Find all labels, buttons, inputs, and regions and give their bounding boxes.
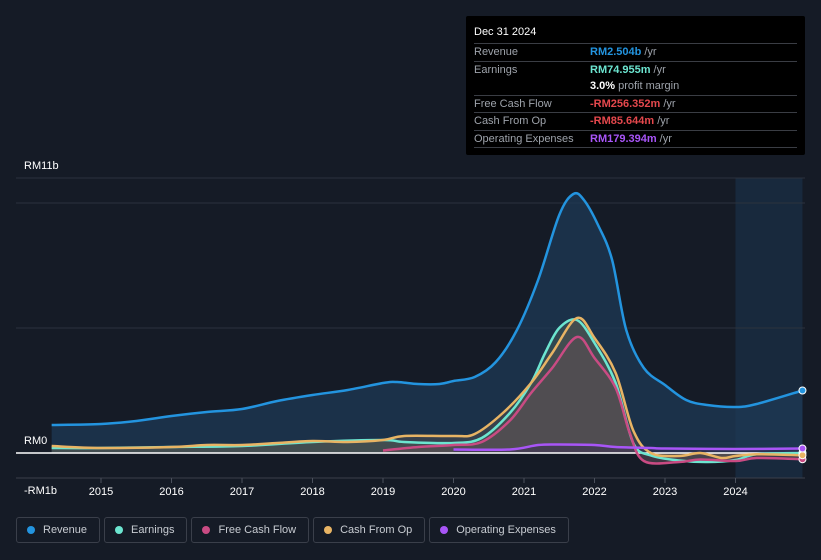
end-marker-cash-from-op [798,451,807,460]
x-axis: 2015 2016 2017 2018 2019 2020 2021 2022 2023 2024 [89,478,748,498]
tooltip-row-label: Free Cash Flow [474,97,552,110]
tooltip-row-label: Operating Expenses [474,132,574,145]
x-tick-label: 2018 [300,486,324,498]
legend-dot-icon [440,526,449,534]
tooltip-row: Operating Expenses RM179.394m/yr [474,131,797,148]
legend-label: Revenue [43,524,88,536]
y-tick-label: -RM1b [24,485,57,497]
x-tick-label: 2015 [89,486,113,498]
tooltip: Dec 31 2024 Revenue RM2.504b/yr Earnings RM… [466,16,805,155]
legend-label: Free Cash Flow [218,524,297,536]
legend-label: Cash From Op [340,524,413,536]
tooltip-date: Dec 31 2024 [474,24,797,44]
x-tick-label: 2023 [653,486,677,498]
tooltip-row-unit: /yr [653,63,666,76]
tooltip-row: Free Cash Flow -RM256.352m/yr [474,96,797,113]
legend-label: Earnings [131,524,175,536]
legend-item-earnings[interactable]: Earnings [104,517,188,543]
tooltip-row-label: Revenue [474,46,519,58]
tooltip-row-value: 3.0% [590,80,616,92]
tooltip-row-value: RM179.394m [590,132,657,145]
legend-dot-icon [27,526,35,534]
tooltip-row-value: RM2.504b [590,46,642,58]
tooltip-row-value: RM74.955m [590,63,651,76]
legend-item-operating-expenses[interactable]: Operating Expenses [429,517,569,543]
tooltip-row-unit: profit margin [618,80,680,92]
legend-dot-icon [202,526,211,534]
tooltip-row-value: -RM85.644m [590,115,655,127]
end-marker-revenue [798,386,807,395]
legend-item-free-cash-flow[interactable]: Free Cash Flow [191,517,310,543]
legend-label: Operating Expenses [456,524,556,536]
y-tick-label: RM0 [24,435,47,447]
legend-dot-icon [324,526,333,534]
tooltip-row-unit: /yr [644,46,657,58]
tooltip-row-unit: /yr [663,97,676,110]
x-tick-label: 2021 [512,486,536,498]
tooltip-row-label [474,78,590,95]
x-tick-label: 2024 [723,486,747,498]
x-tick-label: 2019 [371,486,395,498]
area-revenue [51,193,803,453]
legend-dot-icon [115,526,124,534]
tooltip-row: 3.0% profit margin [474,78,797,96]
legend: Revenue Earnings Free Cash Flow Cash From O… [16,517,569,543]
tooltip-row: Earnings RM74.955m/yr [474,62,797,79]
tooltip-row-unit: /yr [657,115,670,127]
tooltip-row-label: Earnings [474,63,518,76]
y-tick-label: RM11b [24,160,59,172]
x-tick-label: 2022 [582,486,606,498]
tooltip-row-unit: /yr [659,132,672,145]
tooltip-row: Revenue RM2.504b/yr [474,44,797,62]
legend-item-cash-from-op[interactable]: Cash From Op [313,517,426,543]
x-tick-label: 2020 [441,486,465,498]
legend-item-revenue[interactable]: Revenue [16,517,101,543]
x-tick-label: 2017 [230,486,254,498]
end-marker-operating-expenses [798,444,807,453]
x-tick-label: 2016 [159,486,183,498]
tooltip-row-value: -RM256.352m [590,97,661,110]
tooltip-row: Cash From Op -RM85.644m/yr [474,113,797,131]
tooltip-row-label: Cash From Op [474,115,547,127]
